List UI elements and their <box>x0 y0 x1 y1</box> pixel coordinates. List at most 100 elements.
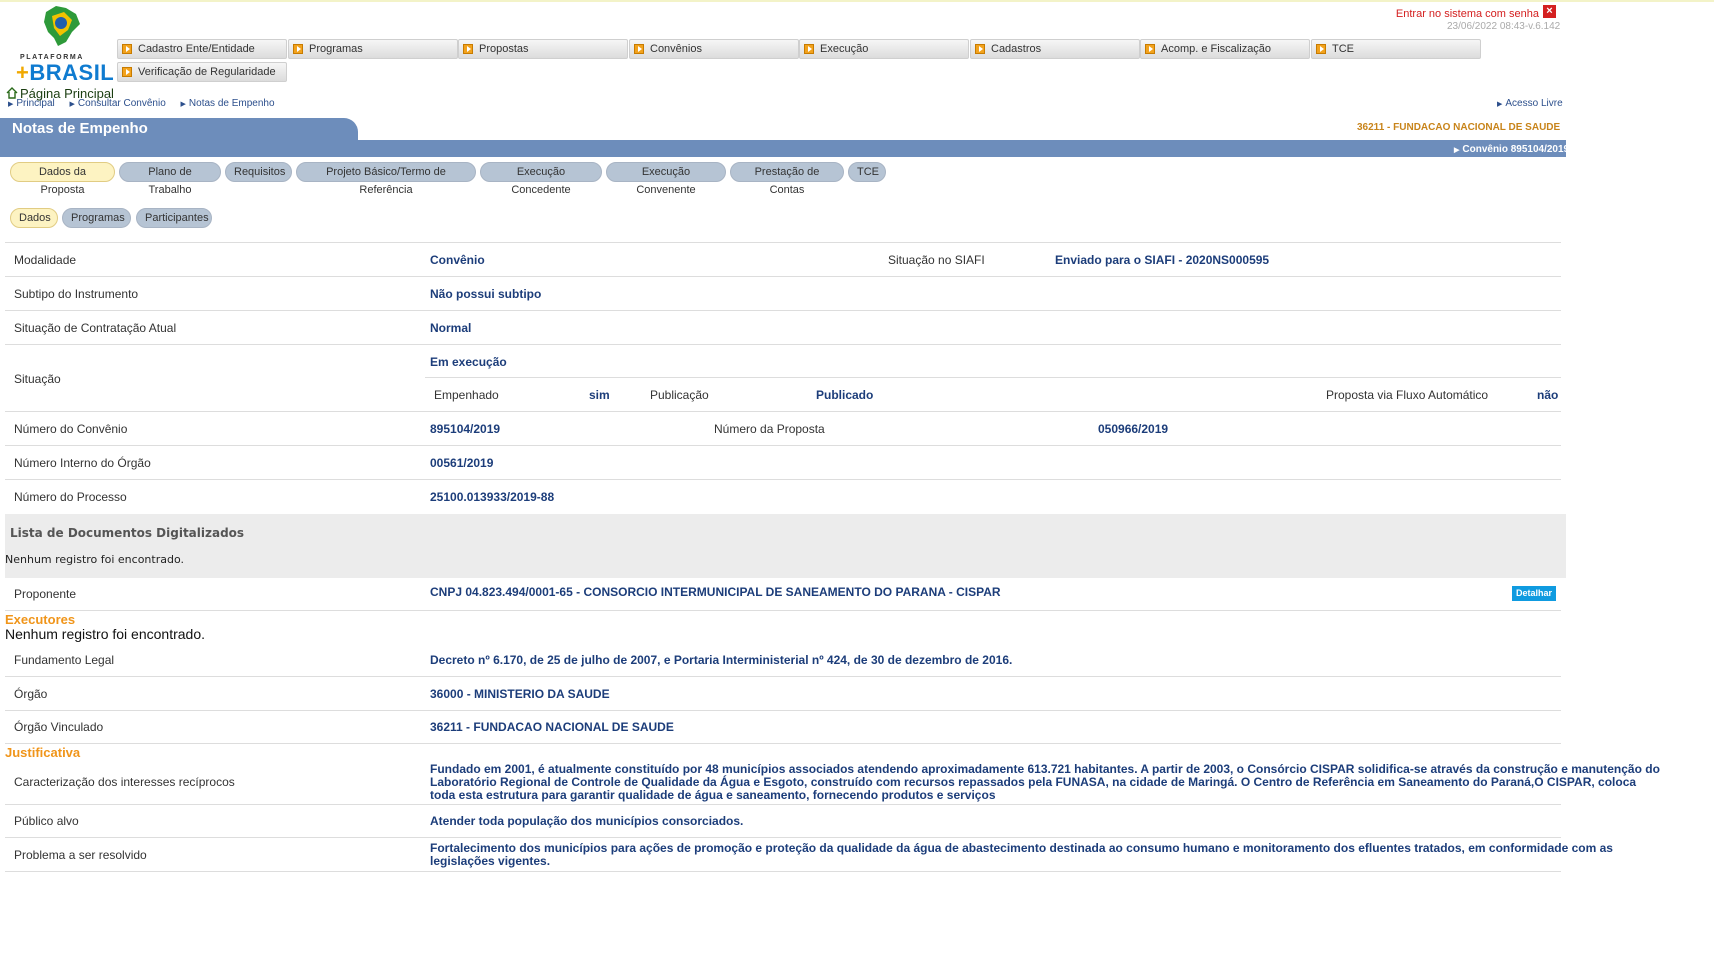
executores-empty-message: Nenhum registro foi encontrado. <box>5 626 205 642</box>
row-divider <box>5 804 1561 805</box>
entity-name: 36211 - FUNDACAO NACIONAL DE SAUDE <box>1357 122 1561 133</box>
menu-label: Verificação de Regularidade <box>138 66 276 78</box>
triangle-right-icon: ▶ <box>69 101 75 108</box>
publico-value: Atender toda população dos municípios co… <box>430 814 744 828</box>
row-divider <box>5 871 1561 872</box>
menu-convenios[interactable]: Convênios <box>629 39 799 59</box>
tab-requisitos[interactable]: Requisitos <box>225 162 292 182</box>
numero-convenio-label: Número do Convênio <box>14 422 128 436</box>
breadcrumb-label: Notas de Empenho <box>188 98 275 109</box>
row-divider <box>5 479 1561 480</box>
fluxo-value: não <box>1537 388 1559 402</box>
proponente-value: CNPJ 04.823.494/0001-65 - CONSORCIO INTE… <box>430 585 1001 599</box>
menu-execucao[interactable]: Execução <box>799 39 969 59</box>
publicacao-label: Publicação <box>650 388 709 402</box>
caracterizacao-label: Caracterização dos interesses recíprocos <box>14 775 235 789</box>
logo-brasil: BRASIL <box>29 60 115 85</box>
breadcrumb: ▶ Principal ▶ Consultar Convênio ▶ Notas de… <box>8 98 287 109</box>
logo-big-text: +BRASIL <box>16 60 114 86</box>
numero-interno-value: 00561/2019 <box>430 456 494 470</box>
logo-plus: + <box>16 60 30 85</box>
numero-proposta-label: Número da Proposta <box>714 422 825 436</box>
contratacao-label: Situação de Contratação Atual <box>14 321 177 335</box>
convenio-reference-label: Convênio 895104/2019 <box>1462 144 1570 155</box>
menu-arrow-icon <box>122 44 132 54</box>
menu-label: Programas <box>309 43 363 55</box>
fundamento-value: Decreto nº 6.170, de 25 de julho de 2007… <box>430 653 1013 667</box>
menu-label: Acomp. e Fiscalização <box>1161 43 1272 55</box>
documents-title: Lista de Documentos Digitalizados <box>10 526 245 540</box>
convenio-reference[interactable]: ▶ Convênio 895104/2019 <box>1454 144 1569 155</box>
menu-arrow-icon <box>463 44 473 54</box>
fundamento-label: Fundamento Legal <box>14 653 115 667</box>
subtab-dados[interactable]: Dados <box>10 208 58 228</box>
menu-label: Convênios <box>650 43 702 55</box>
numero-convenio-value: 895104/2019 <box>430 422 501 436</box>
close-icon[interactable]: × <box>1543 5 1556 18</box>
empenhado-value: sim <box>589 388 610 402</box>
timestamp: 23/06/2022 08:43-v.6.142 <box>1447 21 1561 32</box>
breadcrumb-consultar-convenio[interactable]: ▶ Consultar Convênio <box>70 98 172 109</box>
triangle-right-icon: ▶ <box>1454 147 1460 154</box>
executores-title: Executores <box>5 612 76 627</box>
tab-tce[interactable]: TCE <box>848 162 886 182</box>
row-divider <box>5 676 1561 677</box>
problema-label: Problema a ser resolvido <box>14 848 147 862</box>
menu-arrow-icon <box>1316 44 1326 54</box>
row-divider <box>425 377 1561 378</box>
fluxo-label: Proposta via Fluxo Automático <box>1326 388 1489 402</box>
tab-projeto-basico[interactable]: Projeto Básico/Termo de Referência <box>296 162 476 196</box>
orgao-vinculado-label: Órgão Vinculado <box>14 720 104 734</box>
breadcrumb-notas-empenho[interactable]: ▶ Notas de Empenho <box>181 98 281 109</box>
numero-processo-label: Número do Processo <box>14 490 127 504</box>
caracterizacao-line: toda esta estrutura para garantir qualid… <box>430 788 996 802</box>
menu-label: Execução <box>820 43 869 55</box>
row-divider <box>5 411 1561 412</box>
documents-panel <box>5 514 1566 578</box>
numero-interno-label: Número Interno do Órgão <box>14 456 151 470</box>
menu-acomp-fiscalizacao[interactable]: Acomp. e Fiscalização <box>1140 39 1310 59</box>
siafi-label: Situação no SIAFI <box>888 253 985 267</box>
menu-cadastros[interactable]: Cadastros <box>970 39 1140 59</box>
tab-execucao-concedente[interactable]: Execução Concedente <box>480 162 602 196</box>
acesso-livre-link[interactable]: ▶ Acesso Livre <box>1497 98 1563 109</box>
menu-verificacao-regularidade[interactable]: Verificação de Regularidade <box>117 62 287 82</box>
menu-arrow-icon <box>122 67 132 77</box>
menu-programas[interactable]: Programas <box>288 39 458 59</box>
justificativa-title: Justificativa <box>5 745 81 760</box>
problema-line: legislações vigentes. <box>430 854 551 868</box>
menu-cadastro-ente[interactable]: Cadastro Ente/Entidade <box>117 39 287 59</box>
login-link[interactable]: Entrar no sistema com senha <box>1396 8 1539 20</box>
breadcrumb-label: Principal <box>16 98 55 109</box>
title-bar <box>0 140 1566 157</box>
menu-arrow-icon <box>634 44 644 54</box>
menu-propostas[interactable]: Propostas <box>458 39 628 59</box>
detalhar-button[interactable]: Detalhar <box>1512 586 1556 601</box>
tab-prestacao-contas[interactable]: Prestação de Contas <box>730 162 844 196</box>
numero-proposta-value: 050966/2019 <box>1098 422 1169 436</box>
modalidade-value: Convênio <box>430 253 485 267</box>
row-divider <box>5 276 1561 277</box>
subtab-participantes[interactable]: Participantes <box>136 208 212 228</box>
menu-arrow-icon <box>804 44 814 54</box>
menu-label: Propostas <box>479 43 529 55</box>
orgao-label: Órgão <box>14 687 48 701</box>
menu-label: Cadastros <box>991 43 1042 55</box>
triangle-right-icon: ▶ <box>1497 101 1503 108</box>
tab-dados-proposta[interactable]: Dados da Proposta <box>10 162 115 196</box>
menu-tce[interactable]: TCE <box>1311 39 1481 59</box>
siafi-value: Enviado para o SIAFI - 2020NS000595 <box>1055 253 1270 267</box>
menu-arrow-icon <box>1145 44 1155 54</box>
row-divider <box>5 242 1561 243</box>
breadcrumb-label: Consultar Convênio <box>77 98 166 109</box>
row-divider <box>5 837 1561 838</box>
modalidade-label: Modalidade <box>14 253 77 267</box>
menu-arrow-icon <box>293 44 303 54</box>
tab-execucao-convenente[interactable]: Execução Convenente <box>606 162 726 196</box>
subtab-programas[interactable]: Programas <box>62 208 131 228</box>
breadcrumb-principal[interactable]: ▶ Principal <box>8 98 61 109</box>
triangle-right-icon: ▶ <box>8 101 14 108</box>
tab-plano-trabalho[interactable]: Plano de Trabalho <box>119 162 221 196</box>
plataforma-brasil-logo[interactable]: PLATAFORMA +BRASIL <box>16 2 114 98</box>
documents-empty-message: Nenhum registro foi encontrado. <box>5 553 184 566</box>
